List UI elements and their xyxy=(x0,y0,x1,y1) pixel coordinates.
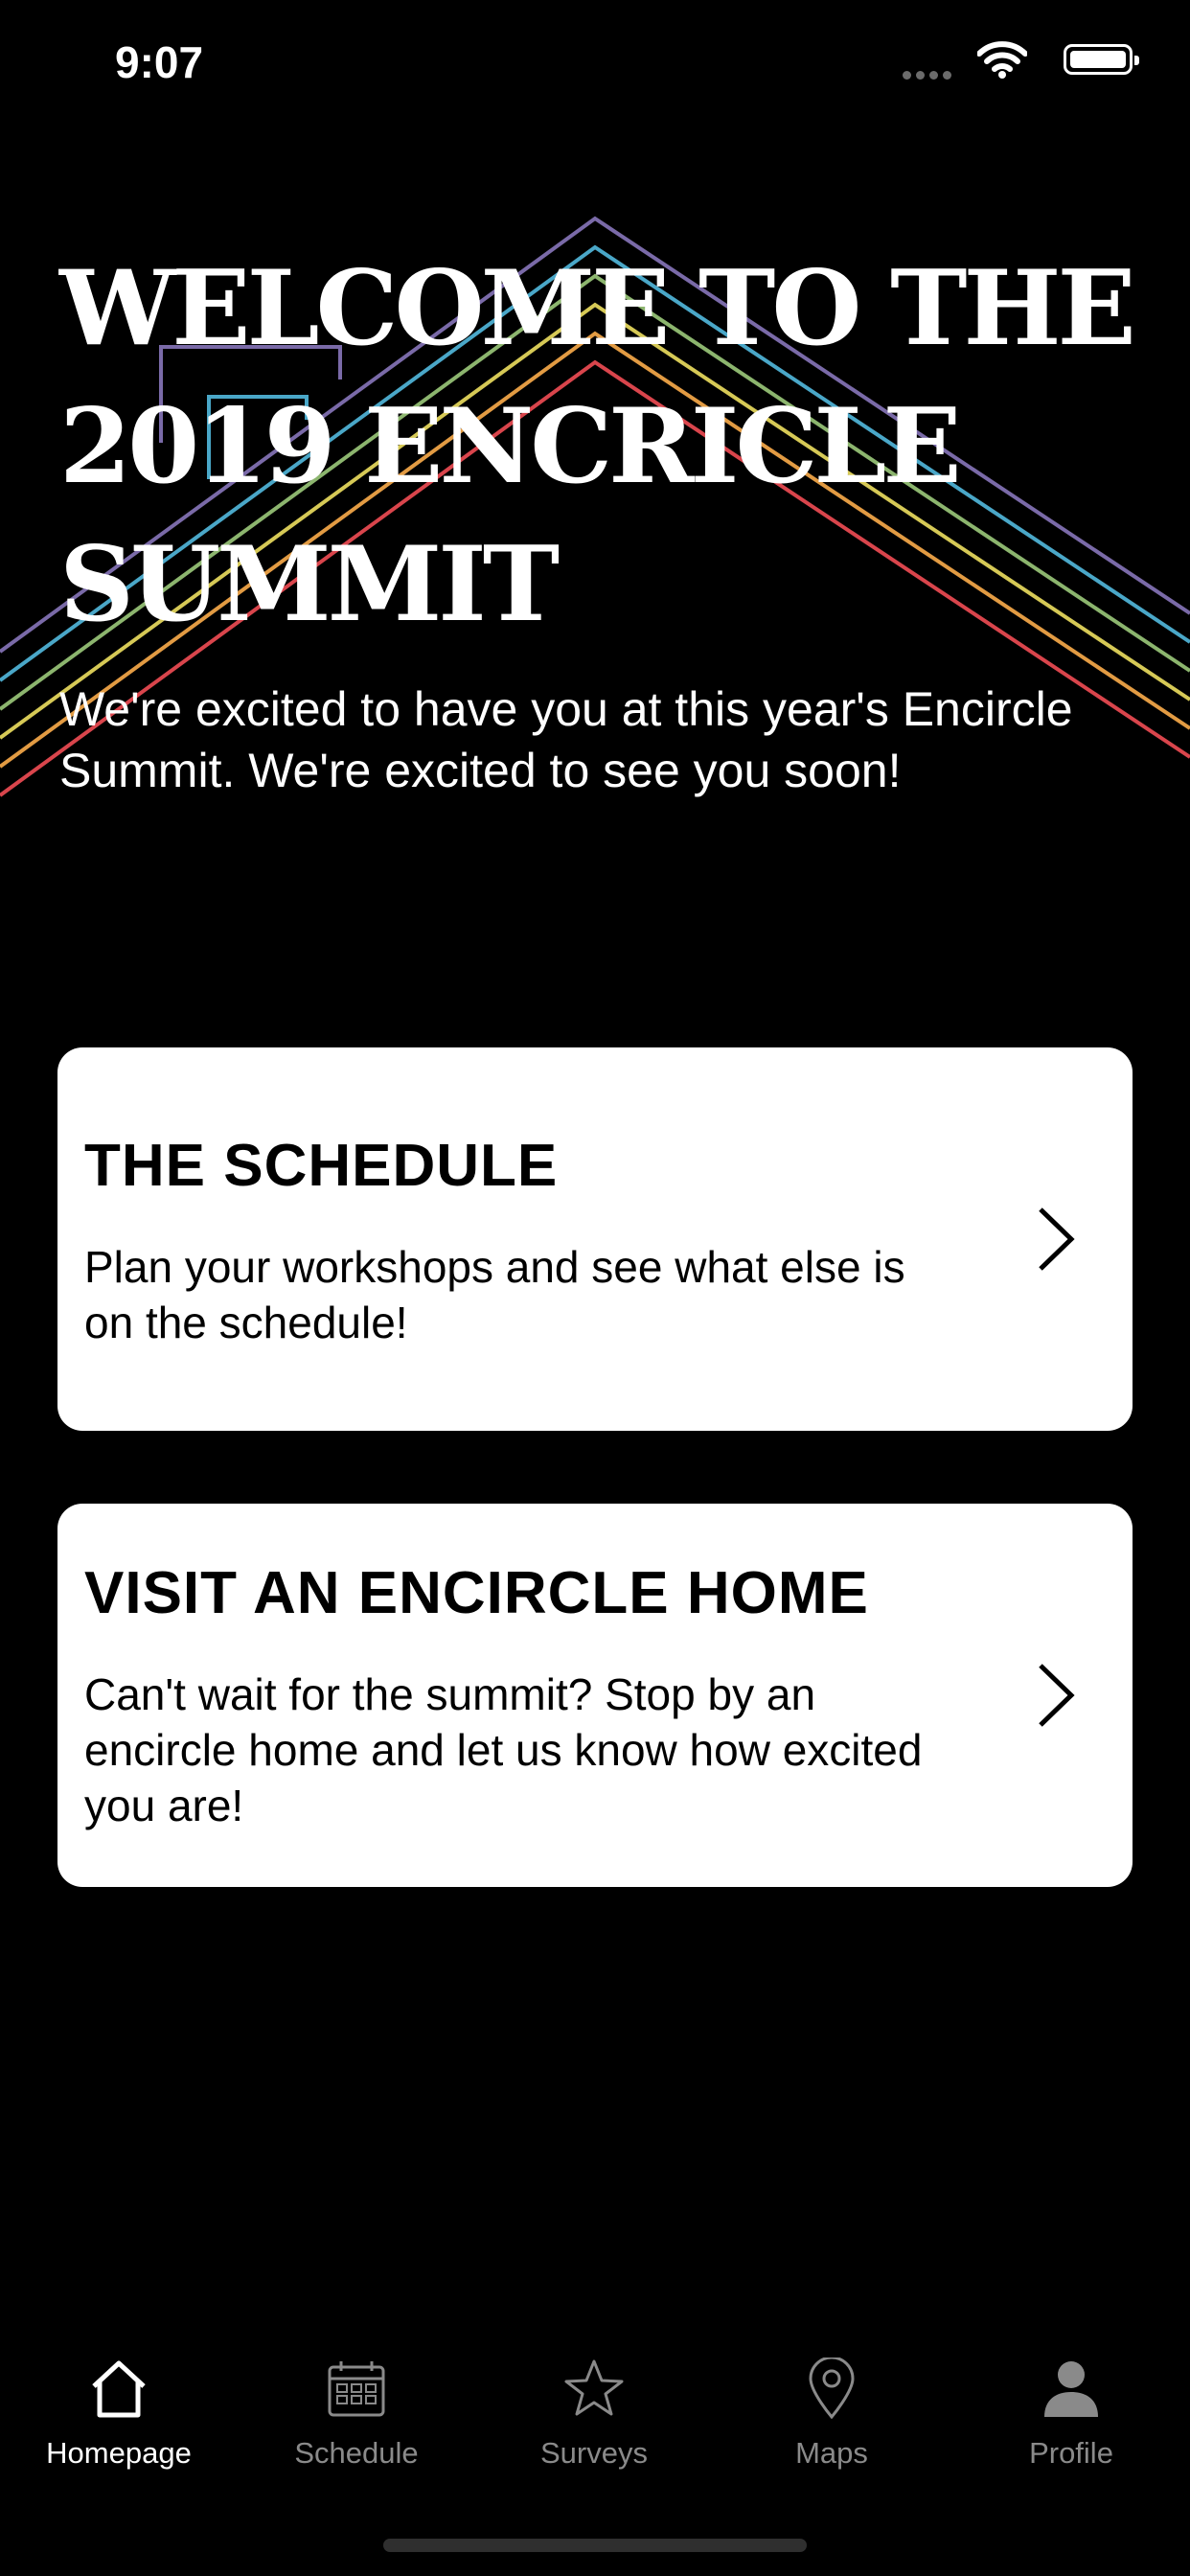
tab-label: Profile xyxy=(1029,2436,1113,2470)
tab-maps[interactable]: Maps xyxy=(713,2329,950,2472)
tab-label: Homepage xyxy=(46,2436,192,2470)
hero-subtitle: We're excited to have you at this year's… xyxy=(59,682,1073,797)
card-title: THE SCHEDULE xyxy=(84,1133,559,1199)
tab-schedule[interactable]: Schedule xyxy=(238,2329,475,2472)
card-description: Plan your workshops and see what else is… xyxy=(84,1242,905,1347)
tab-bar: Homepage Schedule Surveys Maps Profile xyxy=(0,2329,1190,2492)
status-icons xyxy=(903,40,1139,88)
chevron-right-icon xyxy=(1039,1664,1075,1727)
tab-surveys[interactable]: Surveys xyxy=(475,2329,713,2472)
chevron-right-icon xyxy=(1039,1208,1075,1271)
map-pin-icon xyxy=(809,2358,855,2419)
tab-profile[interactable]: Profile xyxy=(952,2329,1190,2472)
tab-label: Schedule xyxy=(294,2436,419,2470)
wifi-icon xyxy=(977,41,1027,79)
hero-title: WELCOME TO THE 2019 ENCRICLE SUMMIT xyxy=(59,248,1136,645)
home-indicator xyxy=(383,2539,807,2552)
schedule-card[interactable]: THE SCHEDULE Plan your workshops and see… xyxy=(57,1047,1133,1431)
status-bar: 9:07 xyxy=(0,0,1190,129)
star-icon xyxy=(564,2359,624,2416)
tab-label: Surveys xyxy=(540,2436,648,2470)
card-title: VISIT AN ENCIRCLE HOME xyxy=(84,1560,869,1626)
card-description: Can't wait for the summit? Stop by an en… xyxy=(84,1669,923,1830)
tab-homepage[interactable]: Homepage xyxy=(0,2329,238,2472)
person-icon xyxy=(1044,2361,1098,2417)
tab-label: Maps xyxy=(795,2436,868,2470)
visit-home-card[interactable]: VISIT AN ENCIRCLE HOME Can't wait for th… xyxy=(57,1504,1133,1887)
battery-icon xyxy=(1064,44,1139,75)
cellular-signal-icon xyxy=(903,71,960,80)
status-time: 9:07 xyxy=(115,37,204,87)
calendar-icon xyxy=(328,2361,385,2417)
house-icon xyxy=(92,2360,146,2418)
